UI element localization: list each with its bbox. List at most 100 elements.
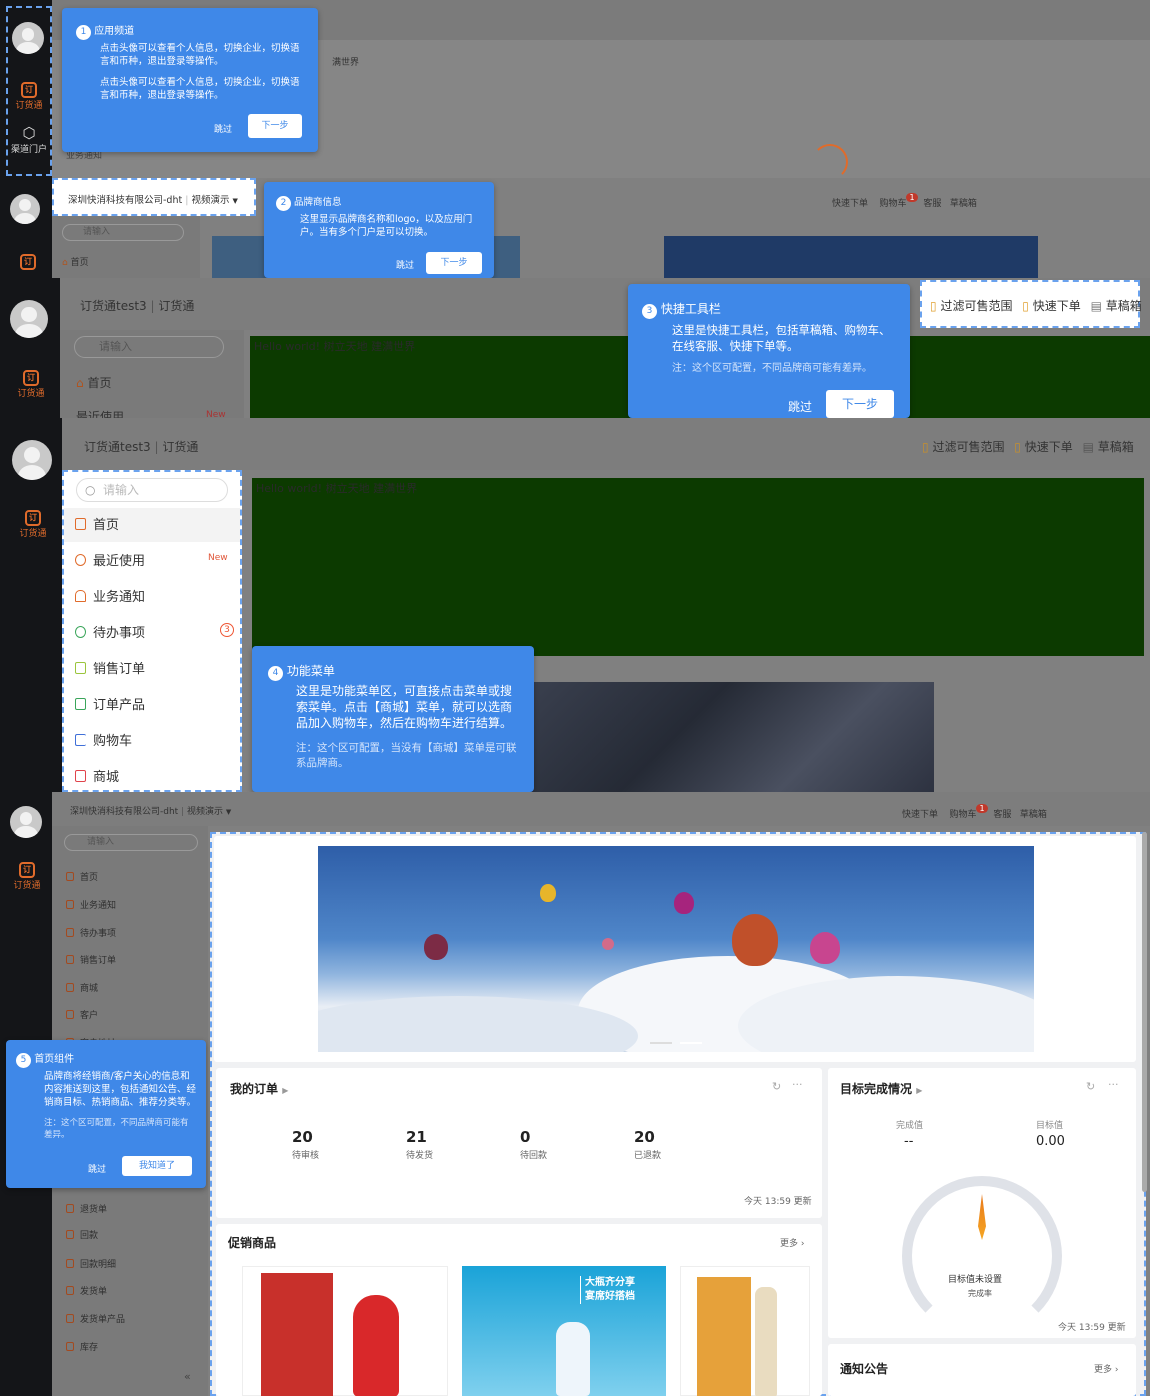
product-card[interactable] [680,1266,810,1396]
scrollbar[interactable] [1142,832,1147,1192]
product-card[interactable]: 大瓶齐分享 宴席好搭档 [462,1266,666,1396]
service-link[interactable]: 客服 [993,810,1011,820]
nav-dinghuotong[interactable]: 订 订货通 [8,82,50,111]
menu-item-icon [66,1342,74,1351]
service-link[interactable]: 客服 [923,199,941,209]
order-stat[interactable]: 20 已退款 [634,1128,694,1161]
menu-item[interactable]: 回款 [66,1228,98,1241]
home-icon: ⌂ [76,376,84,390]
menu-label: 待办事项 [93,626,146,641]
menu-home[interactable]: ⌂ 首页 [76,374,111,391]
collapse-icon[interactable]: « [184,1370,191,1383]
portal-switch[interactable]: 视频演示 [187,807,223,817]
menu-item[interactable]: 业务通知 [66,898,116,911]
stat-label: 待发货 [406,1151,434,1161]
menu-recent[interactable]: 最近使用 [75,550,145,569]
menu-notifications[interactable]: 业务通知 [75,586,145,605]
menu-sales-orders[interactable]: 销售订单 [75,658,145,677]
menu-item[interactable]: 首页 [66,870,98,883]
menu-item[interactable]: 回款明细 [66,1257,116,1270]
skip-button[interactable]: 跳过 [88,1162,106,1175]
app-name: 订货通 [162,440,199,454]
promo-more-link[interactable]: 更多 › [780,1236,804,1249]
search-icon: ○ [85,483,96,497]
refresh-icon[interactable]: ↻ [1086,1080,1095,1093]
product-card[interactable] [242,1266,448,1396]
portal-switch[interactable]: 视频演示 [191,195,229,206]
nav-dinghuotong[interactable]: 订 订货通 [10,510,56,539]
order-stat[interactable]: 20 待审核 [292,1128,352,1161]
next-button[interactable]: 下一步 [426,252,482,274]
menu-mall[interactable]: 商城 [75,766,119,785]
menu-order-products[interactable]: 订单产品 [75,694,145,713]
nav-dinghuotong[interactable]: 订 订货通 [8,370,54,399]
more-icon[interactable]: ··· [1108,1078,1119,1091]
menu-item[interactable]: 商城 [66,981,98,994]
draft-link[interactable]: 草稿箱 [1020,810,1047,820]
menu-label: 商城 [80,984,99,994]
menu-item[interactable]: 库存 [66,1340,98,1353]
tip-note: 注：这个区可配置，当没有【商城】菜单是可联系品牌商。 [296,742,517,769]
menu-todo[interactable]: 待办事项 [75,622,145,641]
filter-link[interactable]: 过滤可售范围 [932,440,1004,454]
search-input[interactable]: 请输入 [64,834,198,851]
menu-label: 销售订单 [80,956,117,966]
user-avatar[interactable] [12,440,52,480]
cart-link[interactable]: 购物车 [949,810,976,820]
menu-item[interactable]: 退货单 [66,1202,107,1215]
quick-order-link[interactable]: 快速下单 [1033,299,1081,313]
next-button[interactable]: 下一步 [826,390,894,418]
filter-link[interactable]: 过滤可售范围 [940,299,1012,313]
menu-recent[interactable]: 最近使用 [76,408,124,418]
user-avatar[interactable] [10,806,42,838]
goal-label: 目标值 [1036,1121,1064,1131]
draft-link[interactable]: 草稿箱 [950,199,977,209]
refresh-icon[interactable]: ↻ [772,1080,781,1093]
more-icon[interactable]: ··· [792,1078,803,1091]
user-avatar[interactable] [12,22,44,54]
menu-home[interactable]: 首页 [75,514,119,533]
orders-title[interactable]: 我的订单 ▶ [230,1080,288,1097]
skip-button[interactable]: 跳过 [788,398,812,415]
menu-item[interactable]: 客户 [66,1008,98,1021]
quick-order-link[interactable]: 快速下单 [832,199,868,209]
order-stat[interactable]: 21 待发货 [406,1128,466,1161]
filter-icon: ▯ [922,440,929,454]
nav-channel[interactable]: ⬡ 渠道门户 [6,124,52,155]
search-input[interactable]: 请输入 [62,224,184,241]
draft-link[interactable]: 草稿箱 [1098,440,1134,454]
cart-badge: 1 [976,804,988,813]
menu-label: 购物车 [93,734,133,749]
tip-title: 功能菜单 [286,664,335,678]
skip-button[interactable]: 跳过 [396,258,414,271]
user-avatar[interactable] [10,300,48,338]
notice-more-link[interactable]: 更多 › [1094,1362,1118,1375]
quick-order-link[interactable]: 快速下单 [1025,440,1073,454]
hot-air-balloon-banner[interactable] [318,846,1034,1052]
carousel-dot[interactable] [650,1042,672,1044]
menu-item[interactable]: 销售订单 [66,953,116,966]
skip-button[interactable]: 跳过 [214,122,232,135]
nav-dinghuotong[interactable]: 订 [8,254,48,270]
menu-item[interactable]: 发货单产品 [66,1312,125,1325]
search-input[interactable]: ○ 请输入 [76,478,228,502]
carousel-dot-active[interactable] [680,1042,702,1044]
draft-link[interactable]: 草稿箱 [1106,299,1142,313]
menu-label: 订单产品 [93,698,146,713]
menu-item[interactable]: 待办事项 [66,926,116,939]
user-avatar[interactable] [10,194,40,224]
order-stat[interactable]: 0 待回款 [520,1128,580,1161]
menu-item-icon [66,1314,74,1323]
carousel-dots[interactable] [646,972,756,974]
menu-label: 销售订单 [93,662,146,677]
next-button[interactable]: 下一步 [248,114,302,138]
menu-home[interactable]: ⌂ 首页 [62,255,89,268]
target-title[interactable]: 目标完成情况 ▶ [840,1080,922,1097]
got-it-button[interactable]: 我知道了 [122,1156,192,1176]
menu-item[interactable]: 发货单 [66,1284,107,1297]
quick-order-link[interactable]: 快速下单 [902,810,938,820]
cart-link[interactable]: 购物车 [879,199,906,209]
nav-dinghuotong[interactable]: 订 订货通 [6,862,48,891]
search-input[interactable]: 请输入 [74,336,224,358]
menu-cart[interactable]: 购物车 [75,730,132,749]
